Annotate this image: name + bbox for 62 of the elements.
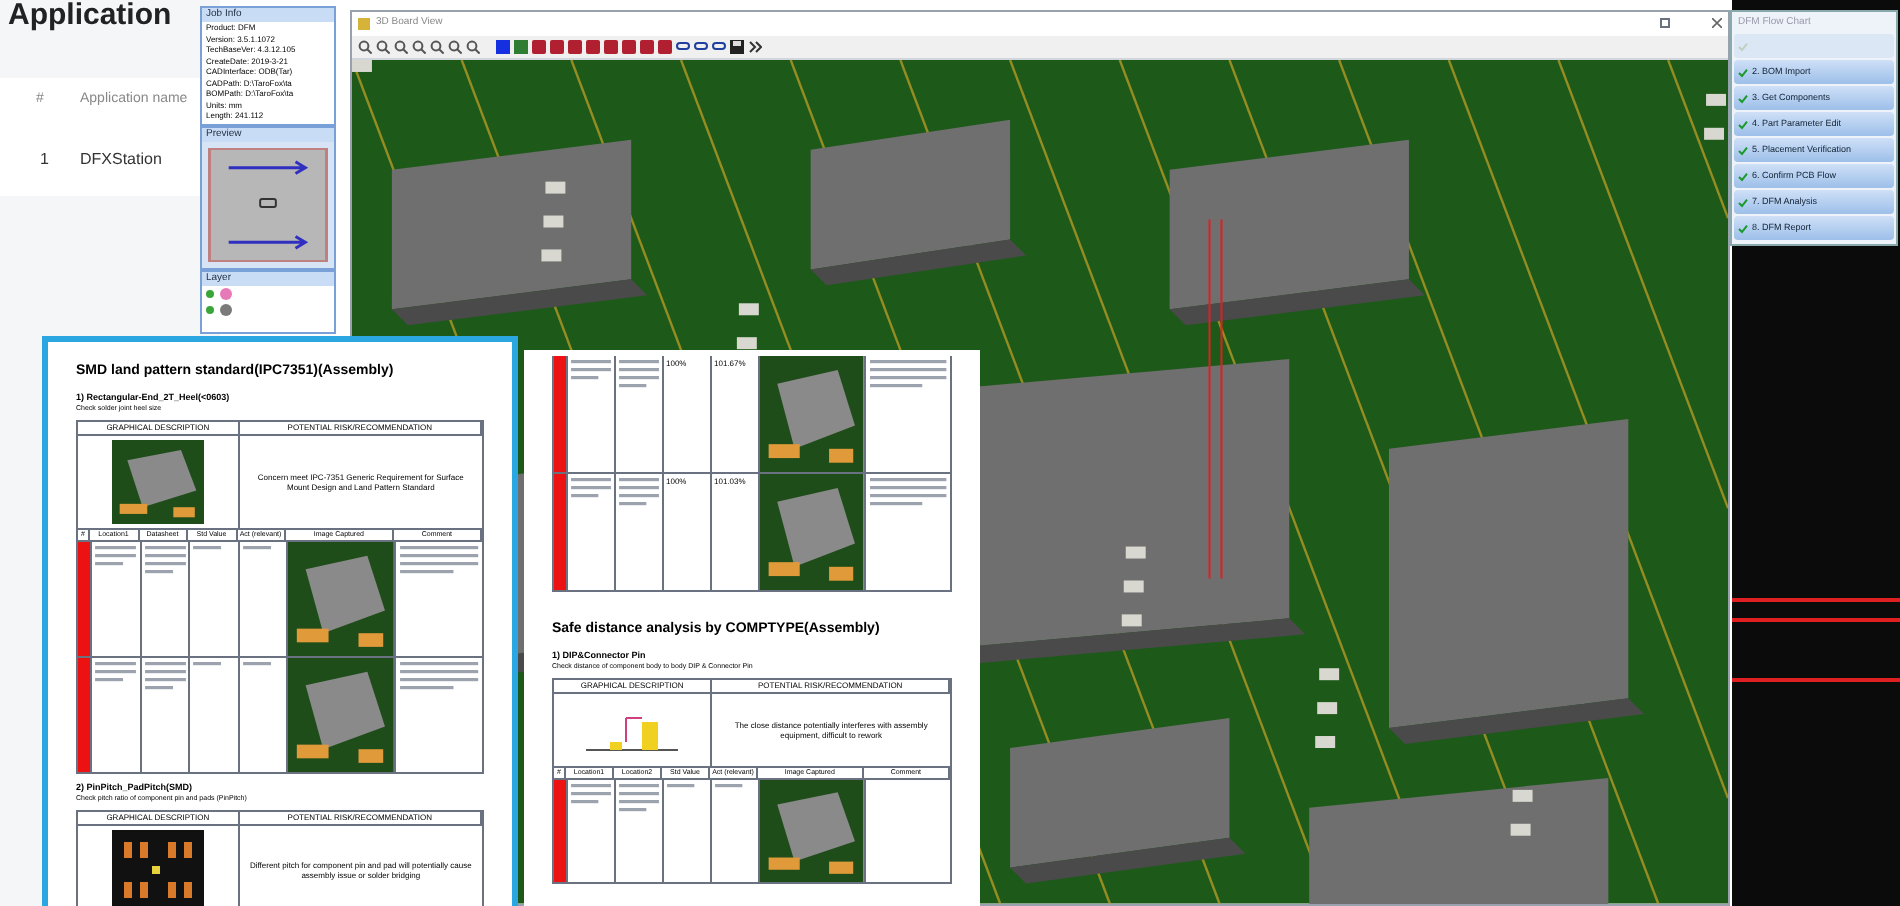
resistor-drawing xyxy=(1510,824,1531,837)
resistor-drawing xyxy=(1317,702,1338,715)
zoom-icon[interactable] xyxy=(394,39,408,54)
pcb-photo-placeholder xyxy=(760,474,864,590)
illegible-text-drawing xyxy=(397,659,480,691)
save-icon[interactable] xyxy=(730,39,744,54)
illegible-text-drawing xyxy=(94,659,137,683)
illegible-text-drawing xyxy=(867,476,948,508)
close-icon[interactable] xyxy=(1712,18,1722,29)
pcb-photo-placeholder xyxy=(288,657,394,771)
check-icon xyxy=(1738,119,1748,129)
chevron-icon[interactable] xyxy=(748,39,762,54)
check-icon xyxy=(1738,93,1748,103)
resistor-drawing xyxy=(1123,580,1144,593)
illegible-text-drawing xyxy=(143,543,186,575)
page-title: Application xyxy=(6,0,172,30)
resistor-drawing xyxy=(736,337,757,350)
board-preview-drawing xyxy=(208,148,328,262)
check-icon xyxy=(1738,223,1748,233)
square-tool-icon[interactable] xyxy=(496,39,510,54)
illegible-text-drawing xyxy=(570,358,612,382)
table-cell: DFXStation xyxy=(80,147,162,171)
illegible-text-drawing xyxy=(618,476,660,508)
illegible-text-drawing xyxy=(570,476,612,500)
zoom-icon[interactable] xyxy=(412,39,426,54)
pcb-photo-placeholder xyxy=(288,541,394,655)
pcb-photo-placeholder xyxy=(111,439,204,523)
maximize-icon[interactable] xyxy=(1660,18,1670,29)
error-marker xyxy=(554,779,566,881)
layer-tool-icon[interactable] xyxy=(514,39,528,54)
check-icon xyxy=(1738,145,1748,155)
resistor-drawing xyxy=(738,303,759,316)
resistor-drawing xyxy=(1704,128,1724,141)
resistor-drawing xyxy=(545,182,566,195)
check-icon xyxy=(1738,171,1748,181)
resistor-drawing xyxy=(1125,547,1146,559)
illegible-text-drawing xyxy=(94,543,137,567)
check-icon xyxy=(1738,41,1748,51)
zoom-icon[interactable] xyxy=(448,39,462,54)
pad-pattern-drawing xyxy=(111,829,204,906)
illegible-text-drawing xyxy=(618,781,660,813)
illegible-text-drawing xyxy=(867,358,948,390)
resistor-drawing xyxy=(1512,790,1533,803)
table-cell-text: 1 xyxy=(38,147,51,171)
pcb-photo-placeholder xyxy=(760,356,864,472)
resistor-drawing xyxy=(1315,736,1336,749)
app-icon xyxy=(358,17,370,30)
resistor-drawing xyxy=(1121,614,1142,627)
illegible-text-drawing xyxy=(143,659,186,691)
resistor-drawing xyxy=(1706,94,1726,107)
resistor-drawing xyxy=(541,249,562,262)
illegible-text-drawing xyxy=(397,543,480,575)
zoom-icon[interactable] xyxy=(430,39,444,54)
check-icon xyxy=(1738,67,1748,77)
resistor-drawing xyxy=(1319,668,1340,681)
check-icon xyxy=(1738,197,1748,207)
zoom-icon[interactable] xyxy=(466,39,480,54)
zoom-icon[interactable] xyxy=(358,39,372,54)
zoom-icon[interactable] xyxy=(376,39,390,54)
pcb-photo-placeholder xyxy=(760,779,864,881)
illegible-text-drawing xyxy=(618,358,660,390)
illegible-text-drawing xyxy=(570,781,612,805)
